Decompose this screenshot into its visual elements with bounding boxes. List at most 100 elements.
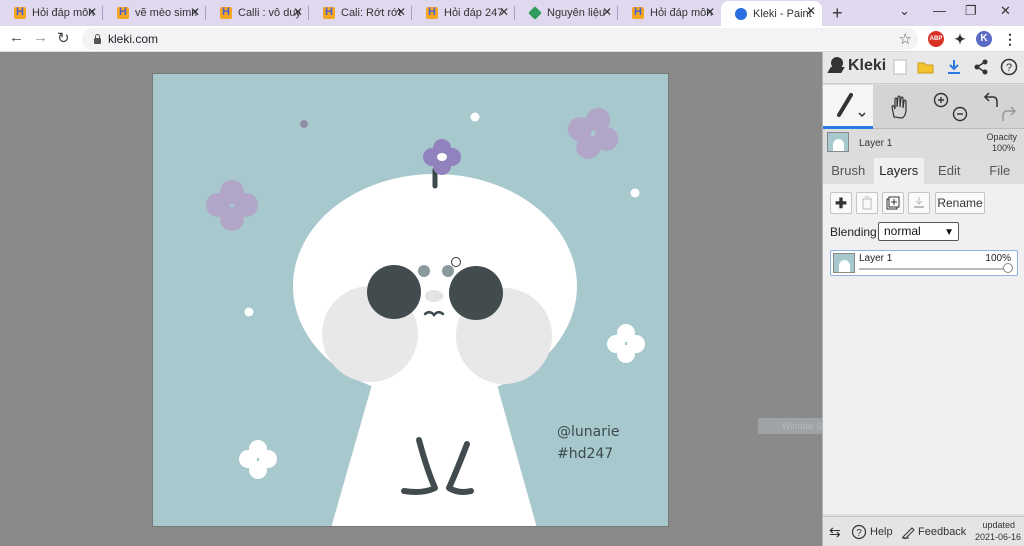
blending-mode-select[interactable]: normal ▼ [878,222,959,241]
undo-redo-controls [979,85,1023,129]
layer-list-item[interactable]: Layer 1 100% [830,250,1018,276]
tab-search-icon[interactable]: ⌄ [899,3,910,19]
swap-arrows-icon[interactable]: ⇆ [829,524,841,541]
close-icon[interactable]: ✕ [806,4,816,18]
diamond-icon [528,6,542,20]
url-text: kleki.com [108,32,159,46]
duplicate-icon [886,196,900,210]
close-icon[interactable]: ✕ [87,5,97,19]
new-tab-button[interactable]: + [832,3,843,24]
dot [244,307,254,317]
share-icon[interactable] [971,57,991,77]
help-circle-icon[interactable]: ? [999,57,1019,77]
hand-tool-button[interactable] [881,85,917,129]
flower-white-right [607,324,645,363]
bookmark-star-icon[interactable]: ☆ [899,30,912,48]
panel-header: Kleki ? [823,52,1024,84]
feedback-button[interactable]: Feedback [901,525,966,539]
dot [300,120,308,128]
blending-label: Blending [830,225,877,239]
canvas-workspace[interactable]: @lunarie #hd247 Window Snip [0,52,888,546]
browser-tab[interactable]: Hỏi đáp 247 - ✕ [412,2,515,24]
minimize-icon[interactable]: — [933,3,946,18]
rename-layer-button[interactable]: Rename [935,192,985,214]
duplicate-layer-button[interactable] [882,192,904,214]
brush-icon [837,93,866,118]
kleki-logo-text: Kleki [848,57,887,74]
window-close-icon[interactable]: ✕ [1000,3,1011,19]
brush-tool-button[interactable] [823,85,873,129]
open-folder-icon[interactable] [916,57,936,77]
tab-layers[interactable]: Layers [873,158,924,184]
layer-opacity-track[interactable] [859,268,1009,270]
pencil-note-icon [902,527,915,539]
tab-title: Calli : vô duyê [238,7,300,19]
back-arrow-icon[interactable]: ← [9,29,24,46]
updated-label: updated [982,520,1015,530]
tab-title: vẽ mèo simm [135,7,197,19]
add-layer-button[interactable]: ✚ [830,192,852,214]
eye-right [449,266,503,320]
brow-dot [442,265,454,277]
reload-icon[interactable]: ↻ [57,29,70,47]
download-icon[interactable] [944,57,964,77]
svg-text:?: ? [856,528,862,539]
help-button[interactable]: ? Help [851,524,893,540]
h-icon [323,6,335,19]
artist-tag: #hd247 [557,446,614,462]
adblock-icon[interactable]: ABP [928,31,944,47]
tool-row [823,85,1024,129]
tab-brush[interactable]: Brush [823,158,874,184]
zoom-in-icon [933,92,949,108]
browser-tab[interactable]: Hỏi đáp môn ✕ [0,2,103,24]
restore-icon[interactable]: ❐ [965,3,977,19]
help-circle-icon: ? [851,524,867,540]
merge-down-icon [914,197,924,208]
close-icon[interactable]: ✕ [190,5,200,19]
kleki-logo[interactable]: Kleki [829,57,886,75]
tab-file[interactable]: File [975,158,1024,184]
new-image-icon[interactable] [890,57,910,77]
profile-avatar[interactable]: K [976,31,992,47]
opacity-value: 100% [991,143,1015,153]
close-icon[interactable]: ✕ [293,5,303,19]
dot [470,112,480,122]
updated-date: 2021-06-16 [974,532,1021,542]
tab-title: Hỏi đáp 247 - [444,7,506,19]
close-icon[interactable]: ✕ [602,5,612,19]
h-icon [220,6,232,19]
browser-tab-active[interactable]: Kleki - Paint T ✕ [721,1,822,26]
layers-panel: ✚ Rename Blending normal ▼ Layer 1 100% [823,184,1024,514]
address-bar[interactable]: kleki.com ☆ [82,28,918,50]
tab-title: Hỏi đáp môn [650,7,712,19]
trash-icon [862,196,872,210]
extensions-puzzle-icon[interactable]: ✦ [952,31,968,47]
merge-down-button[interactable] [908,192,930,214]
flower-lilac-left [206,180,258,231]
svg-text:?: ? [1006,62,1012,74]
tab-edit[interactable]: Edit [924,158,975,184]
close-icon[interactable]: ✕ [499,5,509,19]
hand-icon [891,95,907,119]
close-icon[interactable]: ✕ [705,5,715,19]
lock-icon[interactable] [92,34,102,44]
forward-arrow-icon[interactable]: → [33,29,48,46]
close-icon[interactable]: ✕ [396,5,406,19]
tab-title: Hỏi đáp môn [32,7,94,19]
browser-tab[interactable]: Cali: Rớt rớt r ✕ [309,2,412,24]
layer-opacity-slider-handle[interactable] [1003,263,1013,273]
help-label: Help [870,526,893,538]
browser-tab[interactable]: Calli : vô duyê ✕ [206,2,309,24]
h-icon [426,6,438,19]
browser-tab[interactable]: vẽ mèo simm ✕ [103,2,206,24]
h-icon [117,6,129,19]
redo-icon [1002,106,1017,121]
drawing-canvas[interactable]: @lunarie #hd247 [152,73,669,527]
current-layer-header: Layer 1 Opacity 100% [823,130,1024,160]
menu-kebab-icon[interactable]: ⋮ [1002,31,1018,47]
eye-left [367,265,421,319]
browser-tab[interactable]: Hỏi đáp môn ✕ [618,2,721,24]
delete-layer-button[interactable] [856,192,878,214]
flower-purple-center [437,153,447,161]
browser-tab[interactable]: Nguyên liệu v ✕ [515,2,618,24]
